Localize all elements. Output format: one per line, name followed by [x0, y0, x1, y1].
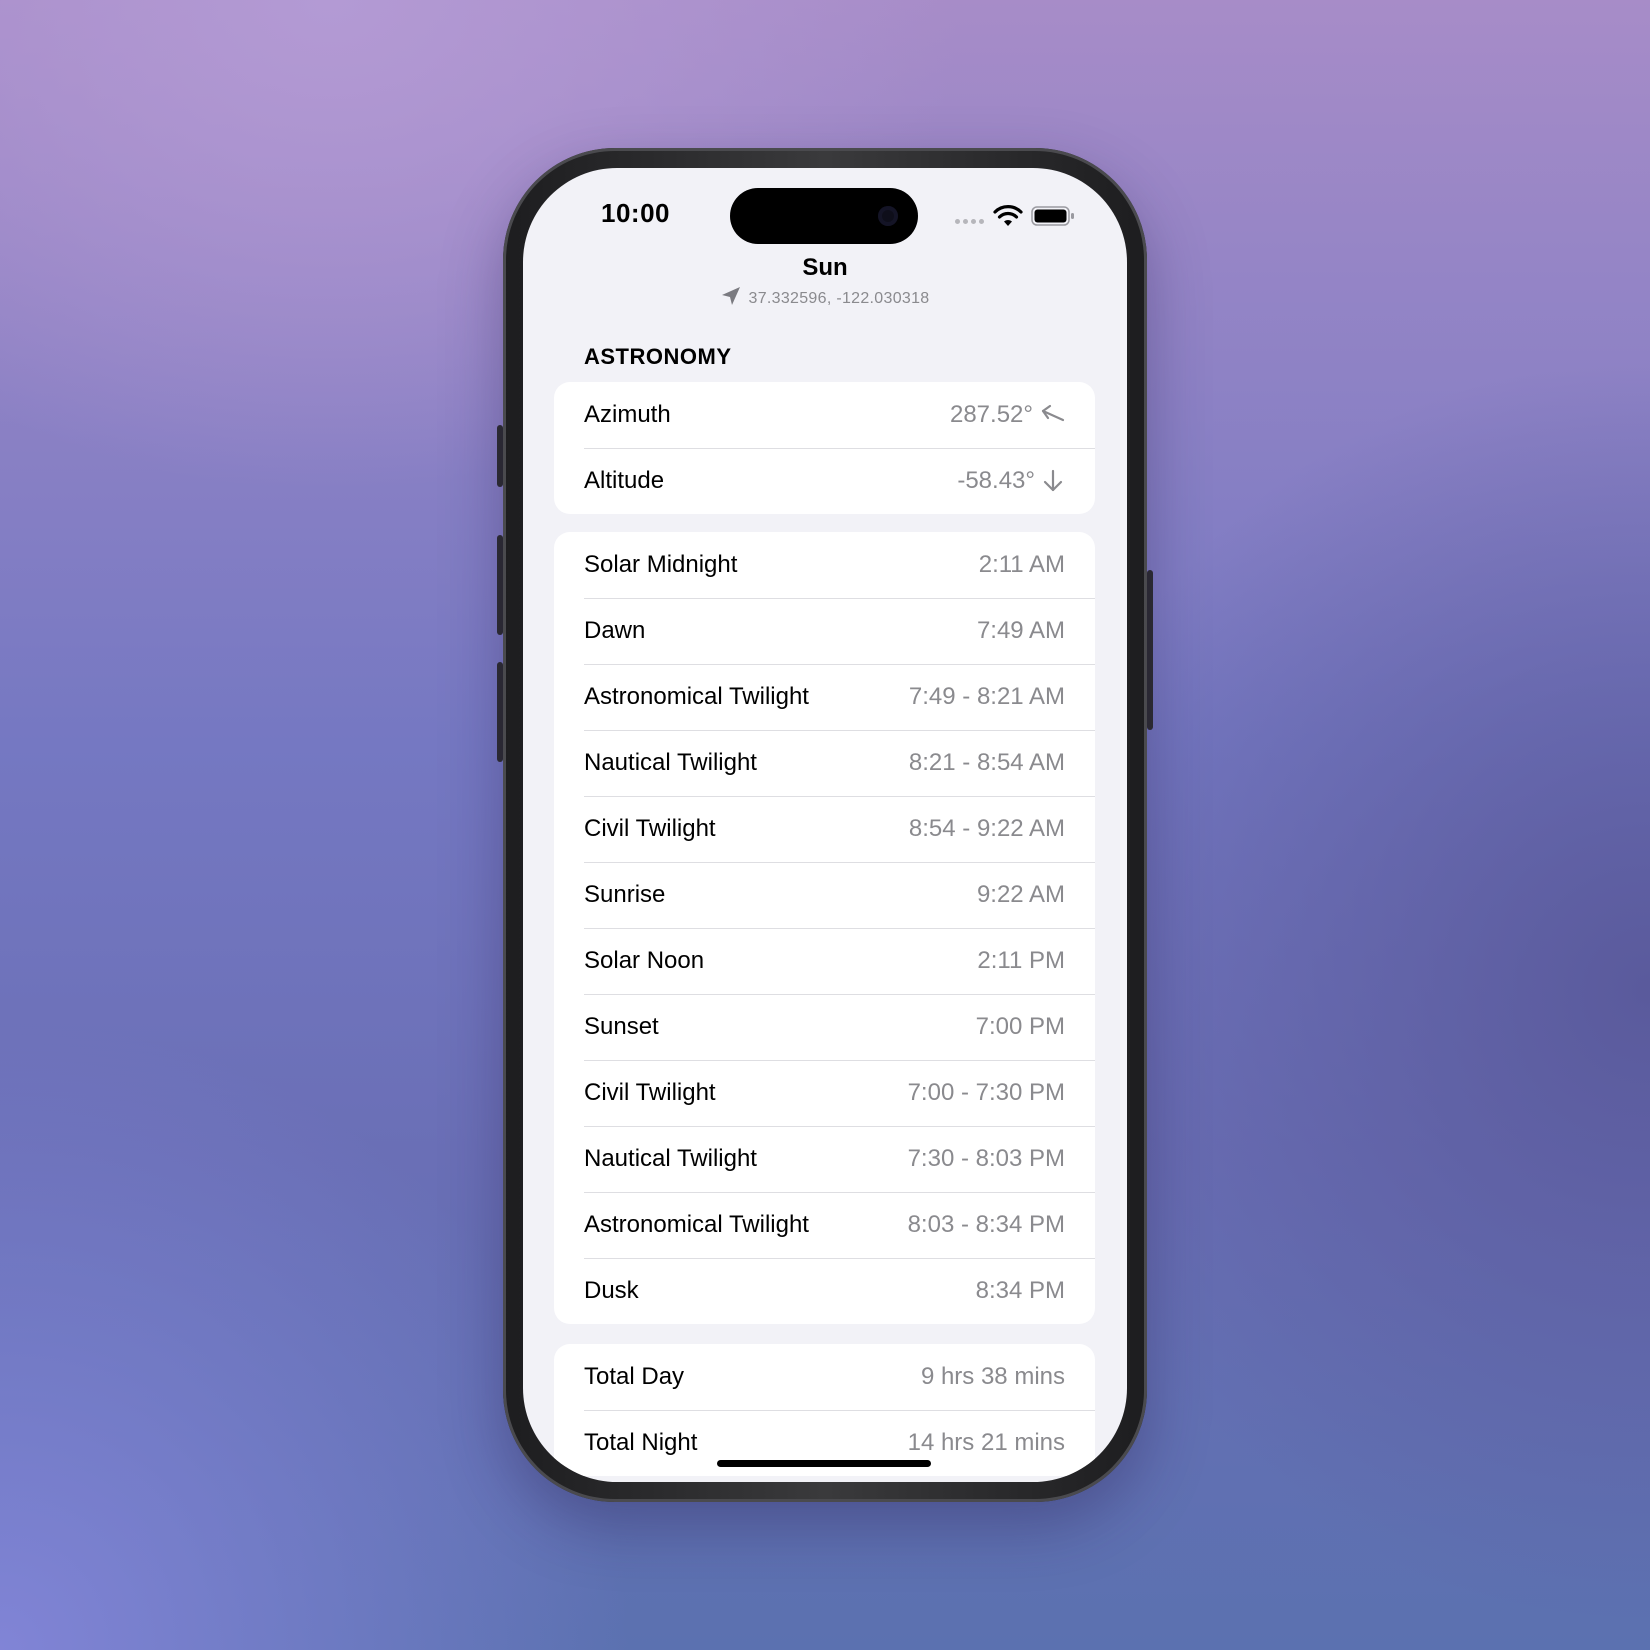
- row-value: -58.43°: [957, 467, 1065, 495]
- row-value: 9:22 AM: [976, 881, 1065, 908]
- row-value: 14 hrs 21 mins: [907, 1429, 1065, 1456]
- row-label: Sunrise: [584, 881, 666, 908]
- list-item: Astronomical Twilight 7:49 - 8:21 AM: [554, 664, 1095, 730]
- section-header-astronomy: ASTRONOMY: [584, 344, 732, 369]
- list-item: Dusk 8:34 PM: [554, 1258, 1095, 1324]
- list-item: Civil Twilight 8:54 - 9:22 AM: [554, 796, 1095, 862]
- row-value: 8:34 PM: [975, 1277, 1065, 1304]
- list-item: Astronomical Twilight 8:03 - 8:34 PM: [554, 1192, 1095, 1258]
- altitude-value: -58.43°: [957, 467, 1035, 494]
- row-value: 9 hrs 38 mins: [920, 1363, 1065, 1390]
- row-value: 8:21 - 8:54 AM: [908, 749, 1065, 776]
- list-item: Sunset 7:00 PM: [554, 994, 1095, 1060]
- home-indicator[interactable]: [717, 1460, 931, 1467]
- battery-icon: [1031, 206, 1074, 226]
- list-item: Solar Midnight 2:11 AM: [554, 532, 1095, 598]
- row-value: 7:30 - 8:03 PM: [907, 1145, 1065, 1172]
- row-value: 2:11 PM: [977, 947, 1065, 974]
- position-group: Azimuth 287.52° Altitude -58.43°: [554, 382, 1095, 514]
- row-label: Dusk: [584, 1277, 639, 1304]
- times-group: Solar Midnight 2:11 AM Dawn 7:49 AM Astron…: [554, 532, 1095, 1324]
- coordinates-text: 37.332596, -122.030318: [748, 290, 930, 307]
- row-label: Azimuth: [584, 401, 671, 428]
- arrow-up-left-icon: [1041, 404, 1065, 422]
- row-label: Altitude: [584, 467, 665, 494]
- row-label: Solar Midnight: [584, 551, 738, 578]
- location-subtitle: 37.332596, -122.030318: [523, 286, 1127, 308]
- row-label: Nautical Twilight: [584, 1145, 757, 1172]
- row-label: Civil Twilight: [584, 815, 716, 842]
- row-value: 7:49 AM: [976, 617, 1065, 644]
- row-value: 7:00 - 7:30 PM: [907, 1079, 1065, 1106]
- location-arrow-icon: [721, 287, 740, 305]
- row-label: Nautical Twilight: [584, 749, 757, 776]
- list-item: Nautical Twilight 8:21 - 8:54 AM: [554, 730, 1095, 796]
- row-label: Total Day: [584, 1363, 685, 1390]
- row-label: Total Night: [584, 1429, 698, 1456]
- row-value: 287.52°: [950, 401, 1065, 429]
- row-label: Dawn: [584, 617, 646, 644]
- list-item: Solar Noon 2:11 PM: [554, 928, 1095, 994]
- power-button: [1147, 570, 1153, 730]
- phone-screen: 10:00 Sun 37.332596, -122.030318 ASTRONO…: [523, 168, 1127, 1482]
- cellular-signal-icon: [955, 219, 987, 225]
- list-item: Total Day 9 hrs 38 mins: [554, 1344, 1095, 1410]
- list-item: Nautical Twilight 7:30 - 8:03 PM: [554, 1126, 1095, 1192]
- row-value: 2:11 AM: [978, 551, 1065, 578]
- list-item: Altitude -58.43°: [554, 448, 1095, 514]
- dynamic-island: [730, 188, 918, 244]
- list-item: Azimuth 287.52°: [554, 382, 1095, 448]
- row-value: 7:49 - 8:21 AM: [908, 683, 1065, 710]
- list-item: Sunrise 9:22 AM: [554, 862, 1095, 928]
- row-value: 8:54 - 9:22 AM: [908, 815, 1065, 842]
- page-title: Sun: [802, 254, 848, 281]
- status-time: 10:00: [601, 198, 670, 228]
- row-value: 7:00 PM: [975, 1013, 1065, 1040]
- list-item: Civil Twilight 7:00 - 7:30 PM: [554, 1060, 1095, 1126]
- azimuth-value: 287.52°: [949, 401, 1033, 428]
- row-label: Solar Noon: [584, 947, 705, 974]
- row-label: Civil Twilight: [584, 1079, 716, 1106]
- row-label: Astronomical Twilight: [584, 1211, 809, 1238]
- arrow-down-icon: [1043, 469, 1063, 492]
- camera-lens: [878, 206, 898, 226]
- list-item: Dawn 7:49 AM: [554, 598, 1095, 664]
- row-value: 8:03 - 8:34 PM: [907, 1211, 1065, 1238]
- row-label: Astronomical Twilight: [584, 683, 809, 710]
- totals-group: Total Day 9 hrs 38 mins Total Night 14 hrs…: [554, 1344, 1095, 1476]
- wifi-icon: [993, 205, 1023, 226]
- row-label: Sunset: [584, 1013, 659, 1040]
